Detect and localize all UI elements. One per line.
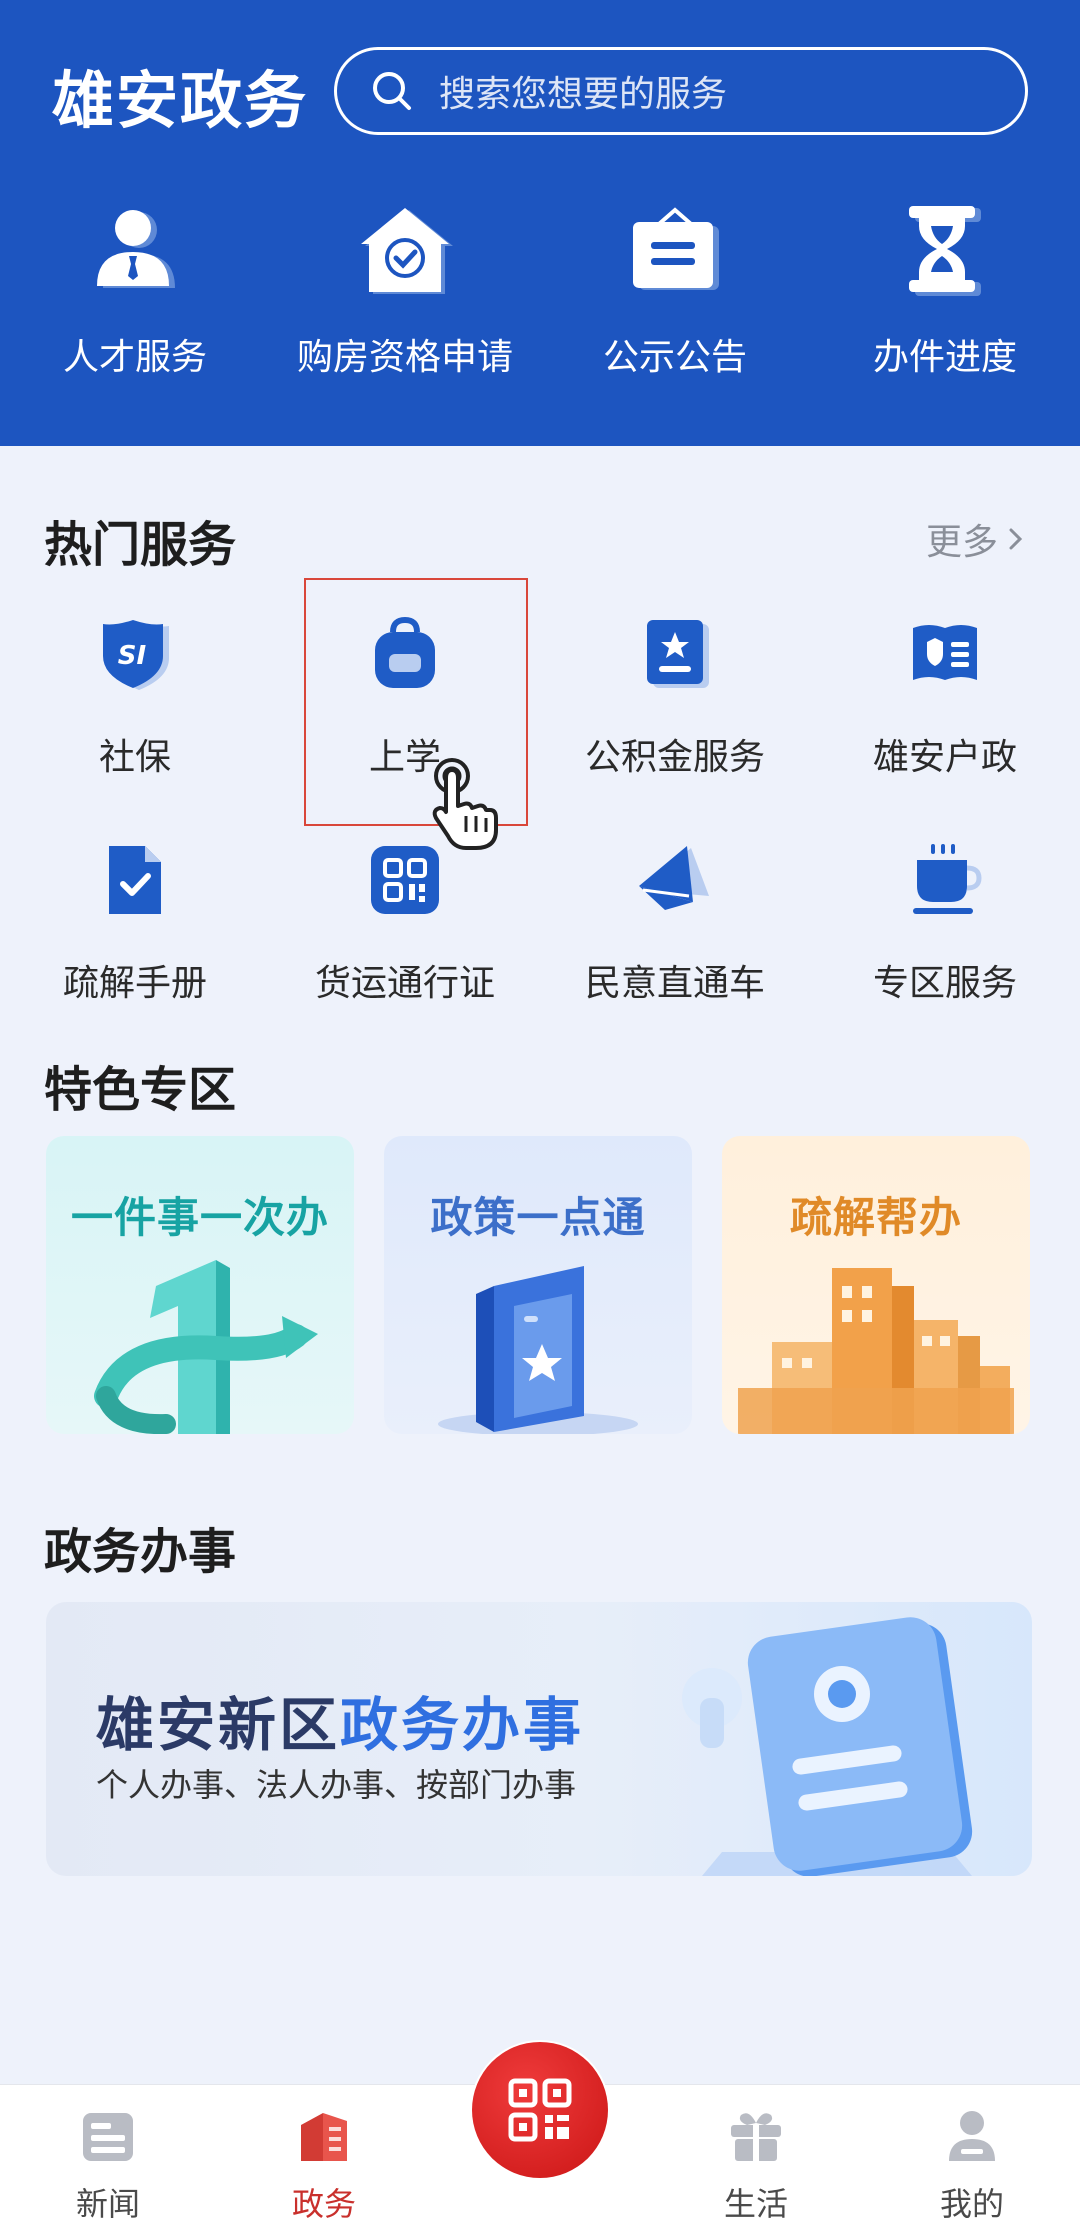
service-label: 公积金服务	[584, 737, 765, 778]
search-icon	[373, 72, 411, 110]
news-icon	[83, 2113, 133, 2161]
banner-title-part2: 政务办事	[340, 1691, 585, 1759]
qr-scan-button[interactable]	[470, 2040, 610, 2180]
tab-mine[interactable]: 我的	[902, 2105, 1042, 2225]
hot-services-grid: SI 社保 上学 公积金服务 雄安户政 疏解手册 货运通行证 民意直通车 专区服…	[0, 608, 1080, 1060]
qr-scan-circle	[472, 2042, 608, 2178]
qr-scan-icon	[508, 2078, 572, 2142]
service-freight-pass[interactable]: 货运通行证	[270, 834, 540, 1060]
pointer-hand-icon	[432, 758, 498, 850]
card-title: 疏解帮办	[789, 1193, 962, 1242]
gift-box-icon	[731, 2113, 781, 2161]
featured-title: 特色专区	[44, 1062, 237, 1118]
fund-book-icon	[647, 620, 709, 688]
card-title: 一件事一次办	[70, 1193, 329, 1242]
quick-entry-label: 购房资格申请	[296, 337, 513, 378]
quick-entry-housing[interactable]: 购房资格申请	[270, 200, 540, 400]
tab-label: 政务	[291, 2185, 356, 2223]
banner-subtitle: 个人办事、法人办事、按部门办事	[96, 1766, 577, 1804]
tab-label: 生活	[723, 2185, 788, 2223]
service-label: 社保	[98, 737, 171, 778]
tab-news[interactable]: 新闻	[38, 2105, 178, 2225]
service-label: 民意直通车	[584, 963, 765, 1004]
city-buildings-icon	[738, 1268, 1014, 1434]
app-title: 雄安政务	[52, 64, 309, 137]
affairs-title: 政务办事	[44, 1524, 237, 1580]
hot-services-title: 热门服务	[44, 517, 237, 573]
quick-entry-label: 公示公告	[602, 337, 747, 378]
tab-label: 我的	[939, 2185, 1004, 2223]
quick-entries: 人才服务 购房资格申请 公示公告 办件进度	[0, 200, 1080, 400]
banner-title: 雄安新区政务办事	[96, 1678, 584, 1762]
banner-title-part1: 雄安新区	[96, 1691, 341, 1759]
search-input[interactable]: 搜索您想要的服务	[334, 47, 1028, 135]
tab-government[interactable]: 政务	[254, 2105, 394, 2225]
service-label: 雄安户政	[872, 737, 1017, 778]
notice-board-icon	[633, 207, 719, 290]
more-label: 更多	[925, 522, 998, 563]
service-handbook[interactable]: 疏解手册	[0, 834, 270, 1060]
svg-text:SI: SI	[118, 641, 147, 671]
house-check-icon	[361, 208, 453, 294]
service-zone[interactable]: 专区服务	[810, 834, 1080, 1060]
featured-cards: 一件事一次办 政策一点通 疏解帮办	[46, 1136, 1030, 1434]
cup-icon	[913, 844, 982, 914]
featured-card-one-stop[interactable]: 一件事一次办	[46, 1136, 354, 1434]
government-icon	[301, 2113, 347, 2161]
tab-life[interactable]: 生活	[686, 2105, 826, 2225]
document-check-icon	[109, 846, 161, 914]
more-link[interactable]: 更多	[926, 513, 1028, 565]
quick-entry-label: 办件进度	[872, 337, 1017, 378]
card-title: 政策一点通	[430, 1193, 646, 1242]
service-household[interactable]: 雄安户政	[810, 608, 1080, 834]
number-one-arrow-icon	[94, 1260, 318, 1434]
featured-card-relief-help[interactable]: 疏解帮办	[722, 1136, 1030, 1434]
service-label: 专区服务	[872, 963, 1017, 1004]
paper-plane-icon	[639, 846, 709, 910]
service-label: 货运通行证	[314, 963, 495, 1004]
quick-entry-progress[interactable]: 办件进度	[810, 200, 1080, 400]
featured-card-policy[interactable]: 政策一点通	[384, 1136, 692, 1434]
search-placeholder: 搜索您想要的服务	[439, 74, 728, 115]
social-security-shield-icon: SI	[103, 620, 169, 690]
affairs-banner[interactable]: 雄安新区政务办事 个人办事、法人办事、按部门办事	[46, 1602, 1032, 1876]
id-card-pushpin-icon	[682, 1617, 973, 1876]
qr-code-icon	[371, 846, 439, 914]
service-social-security[interactable]: SI 社保	[0, 608, 270, 834]
user-icon	[949, 2111, 995, 2161]
service-housing-fund[interactable]: 公积金服务	[540, 608, 810, 834]
quick-entry-label: 人才服务	[62, 337, 207, 378]
quick-entry-talent[interactable]: 人才服务	[0, 200, 270, 400]
person-badge-icon	[97, 210, 175, 288]
service-label: 疏解手册	[62, 963, 207, 1004]
quick-entry-notice[interactable]: 公示公告	[540, 200, 810, 400]
household-card-icon	[913, 625, 977, 680]
tab-label: 新闻	[75, 2185, 140, 2223]
chevron-right-icon	[1009, 528, 1023, 550]
service-public-opinion[interactable]: 民意直通车	[540, 834, 810, 1060]
hourglass-icon	[909, 206, 981, 296]
policy-book-icon	[438, 1266, 638, 1434]
header: 雄安政务 搜索您想要的服务 人才服务 购房资格申请 公示公告 办件进度	[0, 0, 1080, 446]
